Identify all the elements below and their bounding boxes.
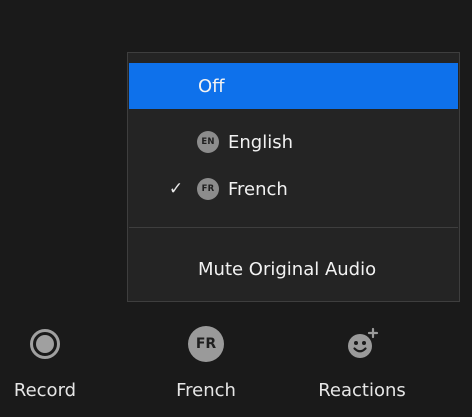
menu-item-label: French <box>228 178 288 200</box>
menu-divider <box>129 227 458 228</box>
interpretation-menu: Off EN English ✓ FR French Mute Original… <box>127 52 460 302</box>
reactions-button[interactable]: Reactions <box>310 326 414 417</box>
english-badge-icon: EN <box>197 131 219 153</box>
menu-item-label: English <box>228 131 293 153</box>
menu-item-mute-original-audio[interactable]: Mute Original Audio <box>129 246 458 292</box>
reactions-label: Reactions <box>318 380 406 401</box>
menu-item-label: Off <box>198 75 225 97</box>
menu-item-label: Mute Original Audio <box>198 258 377 280</box>
french-badge-icon: FR <box>197 178 219 200</box>
language-badge-text: FR <box>188 326 224 362</box>
language-interpretation-button[interactable]: FR French <box>168 326 244 417</box>
menu-item-french[interactable]: ✓ FR French <box>129 166 458 212</box>
record-button[interactable]: Record <box>7 326 83 417</box>
meeting-screen: Off EN English ✓ FR French Mute Original… <box>0 0 472 417</box>
record-label: Record <box>13 380 77 401</box>
menu-item-english[interactable]: EN English <box>129 119 458 165</box>
language-badge-icon: FR <box>188 326 224 362</box>
language-label: French <box>176 380 236 401</box>
add-reaction-icon <box>344 326 380 362</box>
record-icon <box>27 326 63 362</box>
menu-item-off[interactable]: Off <box>129 63 458 109</box>
check-icon: ✓ <box>168 179 184 199</box>
